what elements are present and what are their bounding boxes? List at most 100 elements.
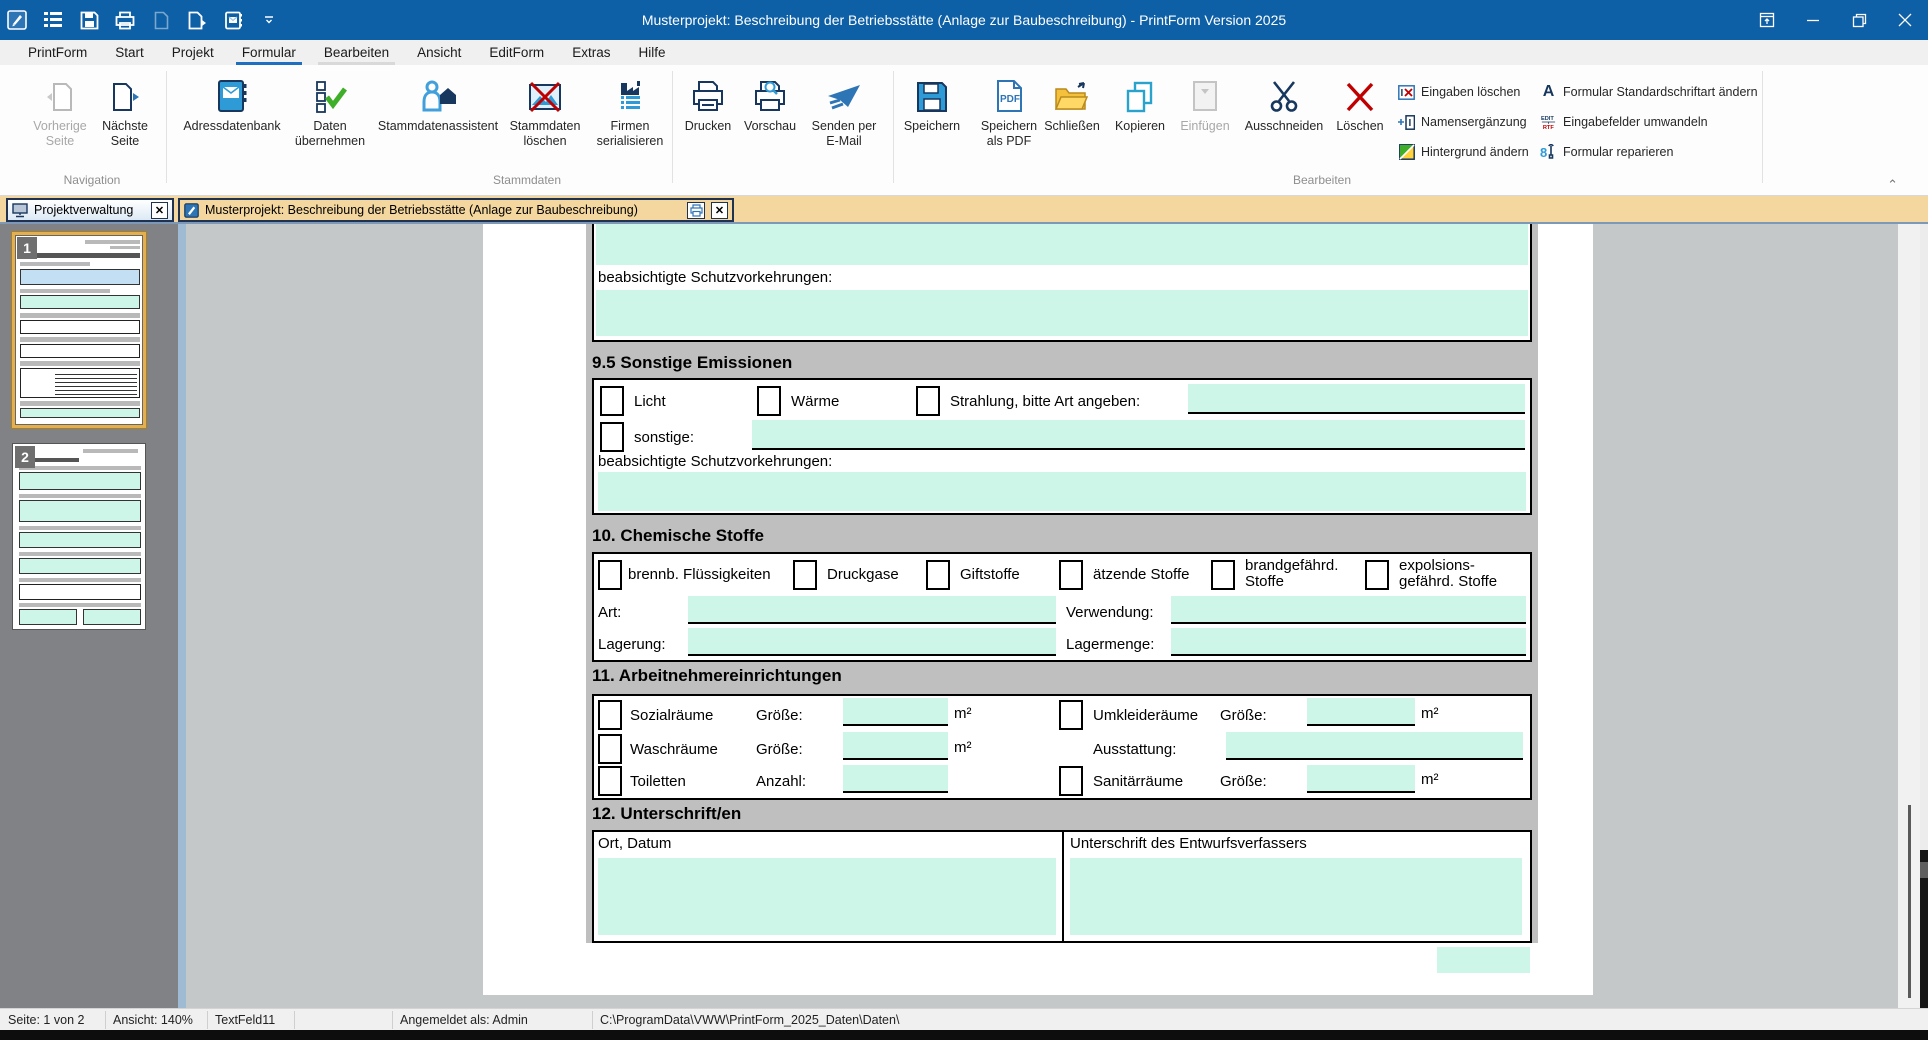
ausschneiden-button[interactable]: Ausschneiden — [1244, 73, 1324, 169]
stammdatenassistent-button[interactable]: Stammdatenassistent — [373, 73, 503, 169]
vertical-scrollbar-thumb[interactable] — [1908, 805, 1911, 998]
textarea-schutzvorkehrungen[interactable] — [598, 472, 1526, 511]
hintergrund-aendern-button[interactable]: Hintergrund ändern — [1398, 141, 1529, 163]
clear-inputs-icon: I — [1398, 84, 1415, 101]
section-box-9-5: Licht Wärme Strahlung, bitte Art angeben… — [592, 378, 1532, 515]
thumbnail-page-1[interactable]: 1 — [12, 232, 146, 428]
namensergaenzung-button[interactable]: I Namensergänzung — [1398, 111, 1527, 133]
menu-hilfe[interactable]: Hilfe — [624, 40, 679, 65]
input-sanitaerraeume-groesse[interactable] — [1307, 765, 1415, 793]
checkbox-strahlung[interactable] — [916, 386, 940, 416]
page-1-number: 1 — [17, 237, 37, 259]
svg-text:I: I — [1401, 88, 1404, 99]
checkbox-brennbare-fluessigkeiten[interactable] — [598, 560, 622, 590]
input-toiletten-anzahl[interactable] — [843, 765, 948, 793]
tab2-print-icon[interactable] — [687, 202, 705, 219]
checkbox-giftstoffe[interactable] — [926, 560, 950, 590]
panel-splitter[interactable] — [178, 224, 186, 1008]
standardschriftart-button[interactable]: A Formular Standardschriftart ändern — [1540, 81, 1758, 103]
checkbox-waschraeume[interactable] — [598, 734, 622, 764]
textarea-unterschrift[interactable] — [1070, 858, 1522, 935]
checkbox-druckgase[interactable] — [793, 560, 817, 590]
title-bar: Musterprojekt: Beschreibung der Betriebs… — [0, 0, 1928, 40]
checkbox-waerme[interactable] — [757, 386, 781, 416]
checkbox-umkleideraeume[interactable] — [1059, 700, 1083, 730]
input-sozialraeume-groesse[interactable] — [843, 698, 948, 726]
menu-projekt[interactable]: Projekt — [158, 40, 228, 65]
prev-page-button: Vorherige Seite — [28, 73, 92, 169]
section-title-10: 10. Chemische Stoffe — [592, 526, 764, 546]
section-title-9-5: 9.5 Sonstige Emissionen — [592, 353, 792, 373]
vorschau-button[interactable]: Vorschau — [738, 73, 802, 169]
menu-printform[interactable]: PrintForm — [14, 40, 101, 65]
checkbox-explosionsgefaehrdende-stoffe[interactable] — [1365, 560, 1389, 590]
thumbnail-page-2[interactable]: 2 — [12, 443, 146, 630]
daten-uebernehmen-button[interactable]: Daten übernehmen — [285, 73, 375, 169]
tab1-close-icon[interactable]: ✕ — [151, 202, 168, 219]
checkbox-sozialraeume[interactable] — [598, 700, 622, 730]
repair-icon: 8 — [1540, 144, 1557, 161]
tab2-close-icon[interactable]: ✕ — [711, 202, 728, 219]
input-strahlung-art[interactable] — [1188, 384, 1525, 414]
form-page: beabsichtigte Schutzvorkehrungen: 9.5 So… — [483, 224, 1593, 995]
menu-start[interactable]: Start — [101, 40, 158, 65]
restore-button[interactable] — [1836, 0, 1882, 40]
textarea-field[interactable] — [596, 290, 1528, 336]
input-footer-field[interactable] — [1437, 947, 1530, 973]
menu-editform[interactable]: EditForm — [475, 40, 558, 65]
scissors-icon — [1244, 73, 1324, 113]
kopieren-button[interactable]: Kopieren — [1108, 73, 1172, 169]
input-ausstattung[interactable] — [1226, 732, 1523, 760]
formular-reparieren-button[interactable]: 8 Formular reparieren — [1540, 141, 1673, 163]
firmen-serialisieren-button[interactable]: Firmen serialisieren — [586, 73, 674, 169]
next-page-button[interactable]: Nächste Seite — [93, 73, 157, 169]
font-icon: A — [1540, 84, 1557, 101]
drucken-button[interactable]: Drucken — [677, 73, 739, 169]
document-tab-bar: Projektverwaltung ✕ Musterprojekt: Besch… — [0, 196, 1928, 224]
close-button[interactable] — [1882, 0, 1928, 40]
person-house-icon — [373, 73, 503, 113]
speichern-pdf-button[interactable]: PDF Speichern als PDF — [973, 73, 1045, 169]
ribbon-collapse-chevron[interactable]: ⌃ — [1887, 177, 1898, 193]
checkbox-sanitaerraeume[interactable] — [1059, 766, 1083, 796]
input-lagermenge[interactable] — [1171, 628, 1526, 656]
input-waschraeume-groesse[interactable] — [843, 732, 948, 760]
input-umkleideraeume-groesse[interactable] — [1307, 698, 1415, 726]
menu-ansicht[interactable]: Ansicht — [403, 40, 475, 65]
status-page: Seite: 1 von 2 — [8, 1009, 84, 1031]
input-art[interactable] — [688, 596, 1056, 624]
screen-edge-strip — [1920, 224, 1928, 850]
checkbox-aetzende-stoffe[interactable] — [1059, 560, 1083, 590]
menu-formular[interactable]: Formular — [228, 40, 310, 65]
menu-bearbeiten[interactable]: Bearbeiten — [310, 40, 403, 65]
window-title: Musterprojekt: Beschreibung der Betriebs… — [0, 0, 1928, 40]
speichern-button[interactable]: Speichern — [898, 73, 966, 169]
checkbox-licht[interactable] — [600, 386, 624, 416]
tab-musterprojekt[interactable]: Musterprojekt: Beschreibung der Betriebs… — [178, 198, 734, 222]
schliessen-button[interactable]: Schließen — [1038, 73, 1106, 169]
input-lagerung[interactable] — [688, 628, 1056, 656]
input-verwendung[interactable] — [1171, 596, 1526, 624]
senden-email-button[interactable]: Senden per E-Mail — [806, 73, 882, 169]
checkbox-brandgefaehrdende-stoffe[interactable] — [1211, 560, 1235, 590]
tab-projektverwaltung[interactable]: Projektverwaltung ✕ — [6, 198, 174, 222]
status-bar: Seite: 1 von 2 Ansicht: 140% TextFeld11 … — [0, 1008, 1928, 1030]
minimize-button[interactable] — [1790, 0, 1836, 40]
eingaben-loeschen-button[interactable]: I Eingaben löschen — [1398, 81, 1520, 103]
checkbox-toiletten[interactable] — [598, 766, 622, 796]
textarea-field[interactable] — [596, 224, 1528, 265]
save-icon — [898, 73, 966, 113]
adressdatenbank-button[interactable]: Adressdatenbank — [176, 73, 288, 169]
window-dock-icon[interactable] — [1744, 0, 1790, 40]
input-sonstige[interactable] — [752, 420, 1525, 450]
stammdaten-loeschen-button[interactable]: Stammdaten löschen — [500, 73, 590, 169]
menu-extras[interactable]: Extras — [558, 40, 624, 65]
eingabefelder-umwandeln-button[interactable]: EDITRTF Eingabefelder umwandeln — [1540, 111, 1708, 133]
vertical-scrollbar[interactable] — [1898, 224, 1920, 1008]
textarea-ort-datum[interactable] — [598, 858, 1056, 935]
checkbox-sonstige[interactable] — [600, 422, 624, 452]
loeschen-button[interactable]: Löschen — [1330, 73, 1390, 169]
paste-icon — [1173, 73, 1237, 113]
delete-x-icon — [1330, 73, 1390, 113]
factory-list-icon — [586, 73, 674, 113]
